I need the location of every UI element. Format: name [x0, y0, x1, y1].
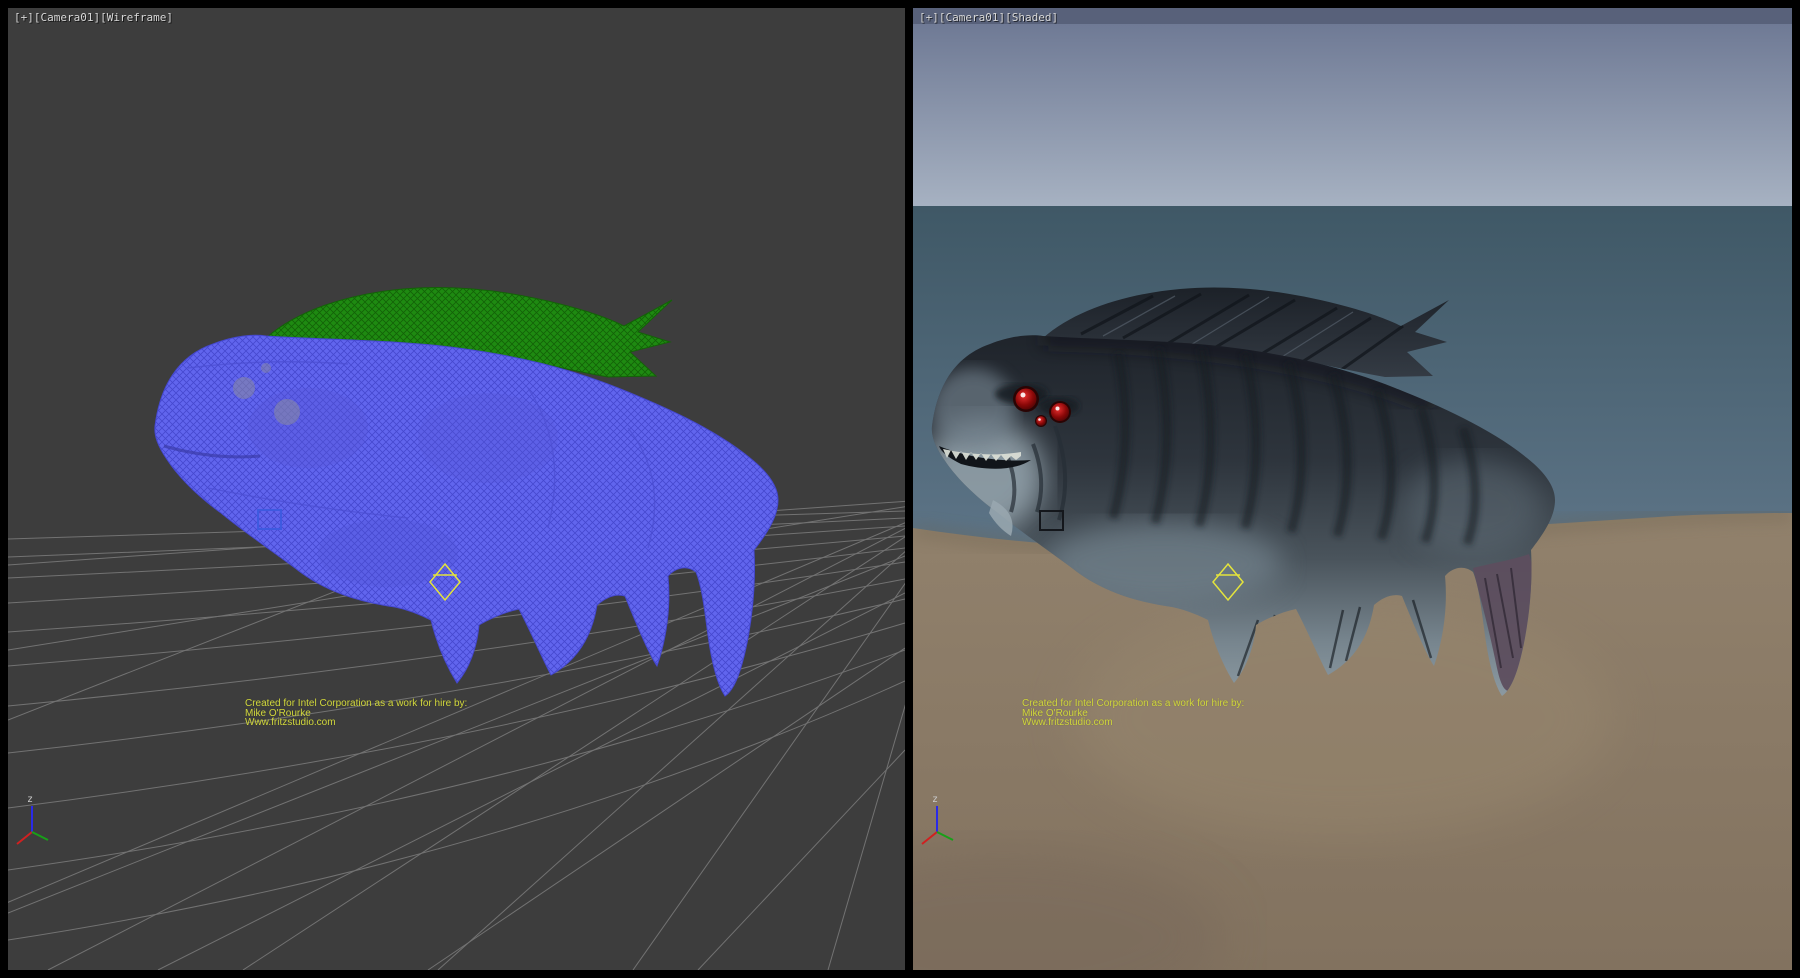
axis-z-label: z: [932, 794, 938, 805]
app-window: z [+][Camera01][Wireframe] Created for I…: [0, 0, 1800, 978]
viewport-label-shaded[interactable]: [+][Camera01][Shaded]: [919, 11, 1058, 24]
shaded-scene: z: [913, 8, 1792, 970]
fish-eye: [233, 377, 255, 399]
sky: [913, 8, 1792, 208]
axis-z-label: z: [27, 794, 33, 805]
credit-line-3: Www.fritzstudio.com: [245, 718, 467, 728]
scene-credit-text: Created for Intel Corporation as a work …: [1022, 699, 1244, 728]
scene-credit-text: Created for Intel Corporation as a work …: [245, 699, 467, 728]
wireframe-scene: z: [8, 8, 905, 970]
fish-eye: [274, 399, 300, 425]
viewport-label-wireframe[interactable]: [+][Camera01][Wireframe]: [14, 11, 173, 24]
credit-line-3: Www.fritzstudio.com: [1022, 718, 1244, 728]
viewport-wireframe[interactable]: z [+][Camera01][Wireframe] Created for I…: [8, 8, 905, 970]
viewport-shaded[interactable]: z [+][Camera01][Shaded] Created for Inte…: [913, 8, 1792, 970]
